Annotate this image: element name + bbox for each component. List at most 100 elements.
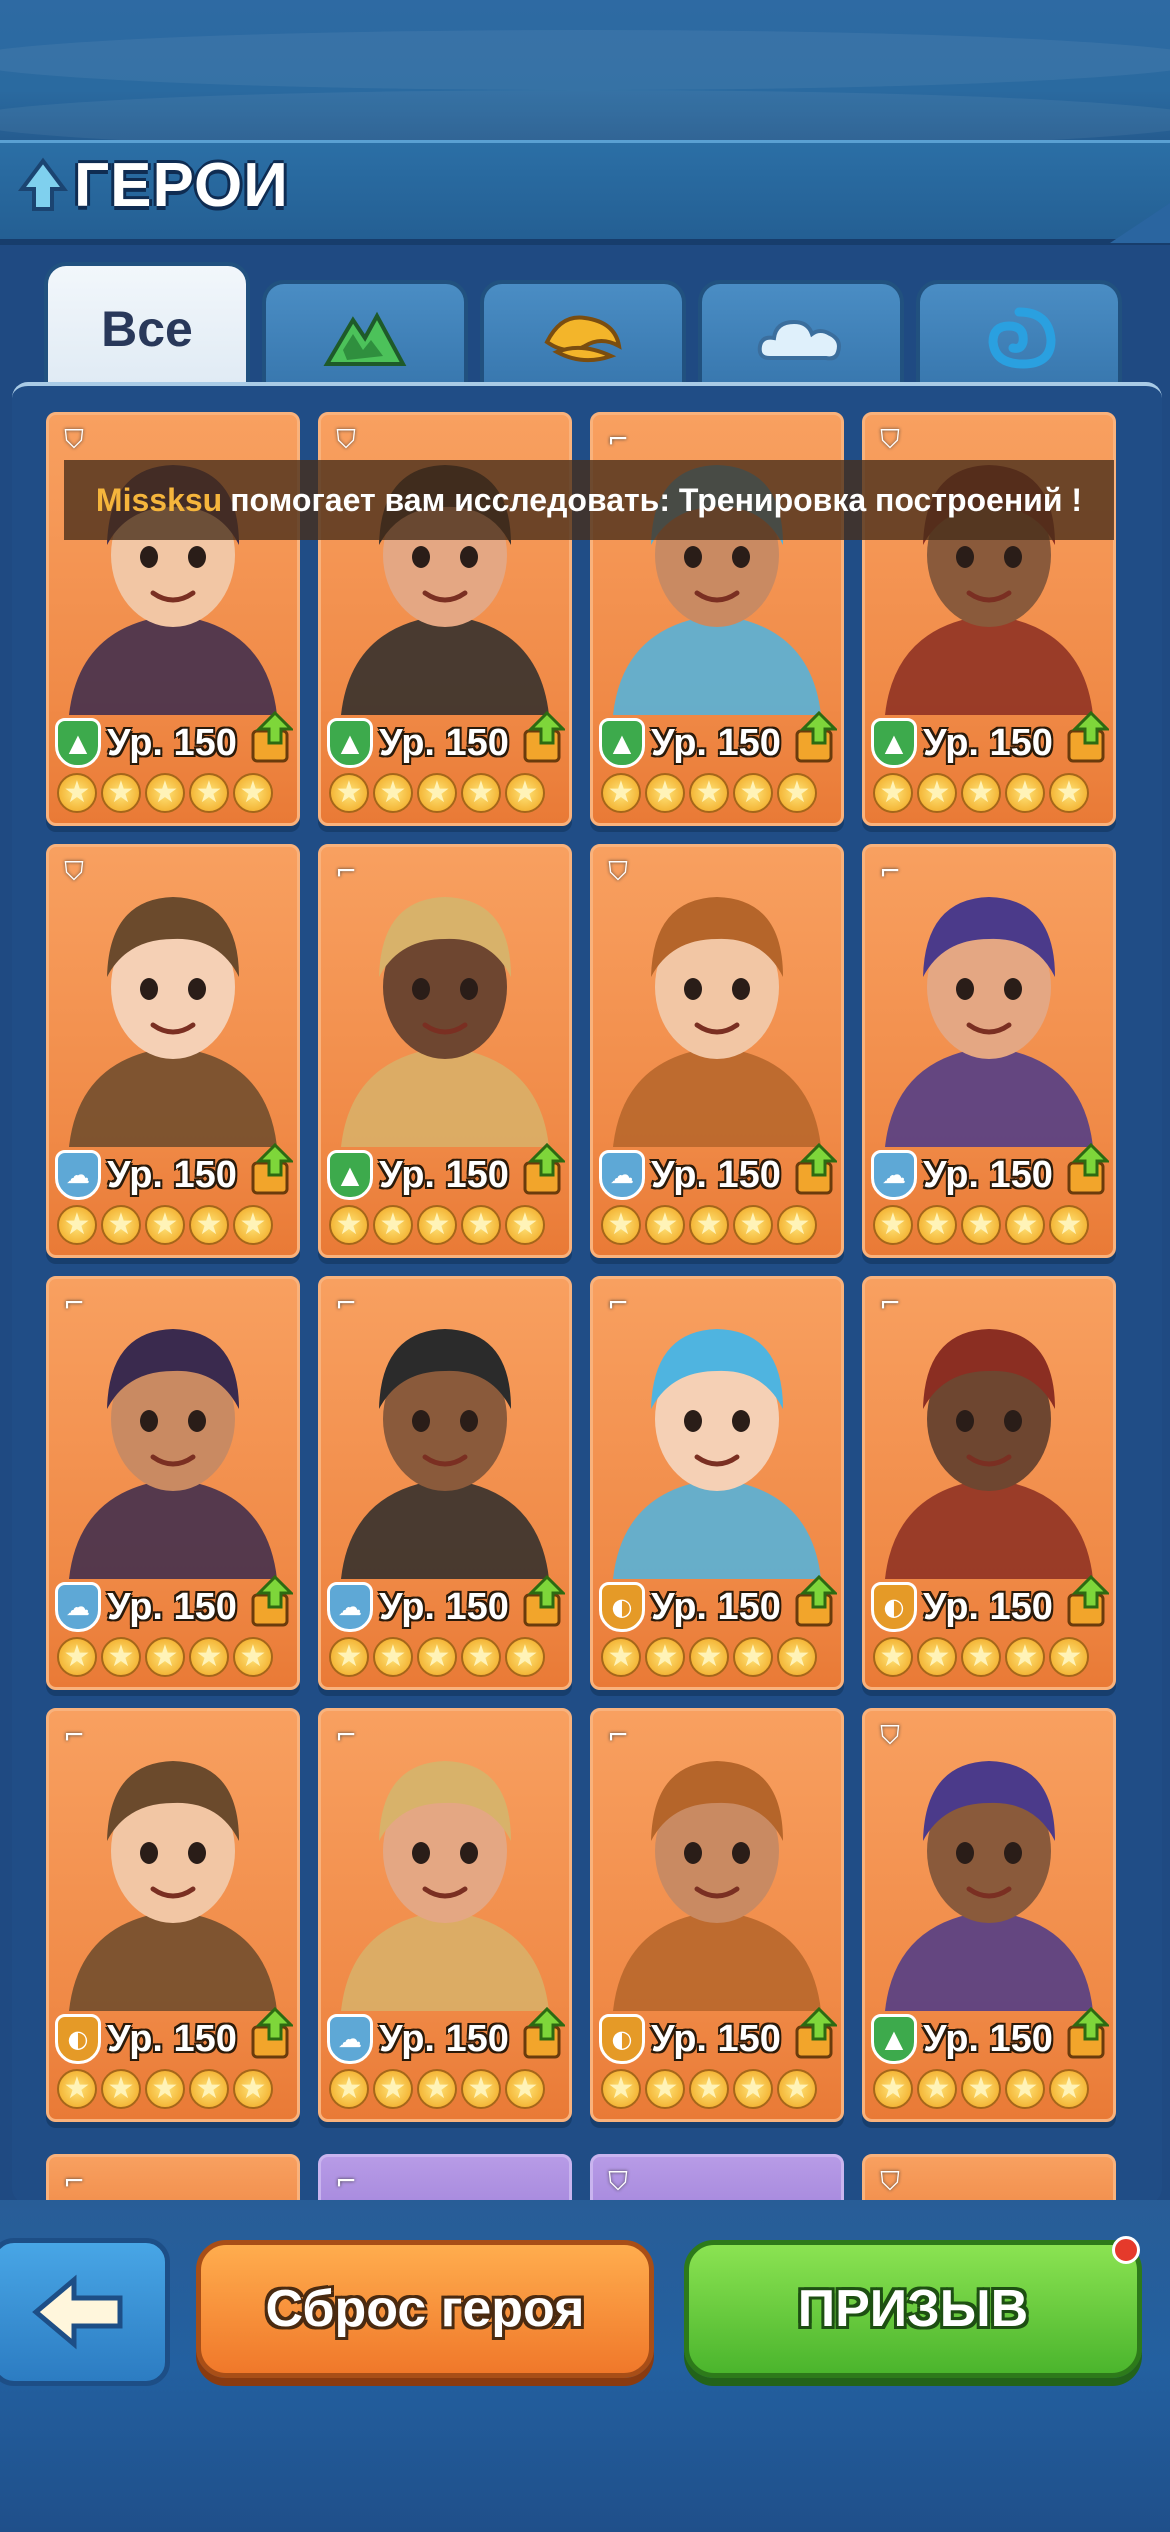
shield-class-icon: ⛉: [608, 2167, 628, 2197]
summon-button[interactable]: ПРИЗЫВ: [684, 2240, 1142, 2378]
gun-class-icon: ⌐: [607, 1721, 629, 1751]
hero-level-row: ▲ Ур. 150: [599, 711, 839, 769]
blue-faction-icon: ☁: [327, 2014, 373, 2064]
upgrade-book-icon: [251, 1143, 293, 1195]
gun-class-icon: ⌐: [607, 1289, 629, 1319]
hero-stars: ★ ★ ★ ★ ★: [873, 773, 1089, 813]
upgrade-book-icon: [1067, 2007, 1109, 2059]
tab-wave[interactable]: [916, 280, 1122, 392]
star-icon: ★: [57, 1637, 97, 1677]
reset-hero-button[interactable]: Сброс героя: [196, 2240, 654, 2378]
tab-all[interactable]: Все: [44, 262, 250, 392]
hero-portrait: [613, 897, 821, 1147]
hero-stars: ★ ★ ★ ★ ★: [873, 2069, 1089, 2109]
star-icon: ★: [417, 1205, 457, 1245]
gun-class-icon: ⌐: [335, 1721, 357, 1751]
hero-stars: ★ ★ ★ ★ ★: [329, 1637, 545, 1677]
star-icon: ★: [689, 1637, 729, 1677]
green-faction-icon: ▲: [327, 718, 373, 768]
hero-card[interactable]: ⌐ ▲ Ур. 150 ★ ★ ★ ★ ★: [318, 844, 572, 1258]
star-icon: ★: [329, 1637, 369, 1677]
star-icon: ★: [601, 773, 641, 813]
hero-level: Ур. 150: [379, 1585, 509, 1628]
hero-card[interactable]: ⌐ ☁ Ур. 150 ★ ★ ★ ★ ★: [46, 1276, 300, 1690]
star-icon: ★: [777, 1637, 817, 1677]
tab-desert[interactable]: [480, 280, 686, 392]
hero-card[interactable]: ⌐ ☁ Ур. 150 ★ ★ ★ ★ ★: [862, 844, 1116, 1258]
back-button[interactable]: [0, 2238, 170, 2386]
hero-card-partial[interactable]: ⌐: [46, 2154, 300, 2200]
star-icon: ★: [733, 773, 773, 813]
star-icon: ★: [917, 1205, 957, 1245]
upgrade-book-icon: [251, 2007, 293, 2059]
hero-card[interactable]: ⛉ ☁ Ур. 150 ★ ★ ★ ★ ★: [590, 844, 844, 1258]
hero-portrait: [341, 1329, 549, 1579]
star-icon: ★: [233, 2069, 273, 2109]
hero-level: Ур. 150: [651, 1585, 781, 1628]
desert-icon: [544, 315, 622, 363]
page-title: ГЕРОИ: [18, 150, 289, 220]
reset-hero-label: Сброс героя: [265, 2280, 585, 2338]
hero-card[interactable]: ⌐ ◐ Ур. 150 ★ ★ ★ ★ ★: [862, 1276, 1116, 1690]
tab-mountain[interactable]: [262, 280, 468, 392]
tree-icon: [18, 157, 68, 211]
hero-level: Ур. 150: [923, 1585, 1053, 1628]
star-icon: ★: [461, 2069, 501, 2109]
hero-card-partial[interactable]: ⛉: [590, 2154, 844, 2200]
hero-card-partial[interactable]: ⛉: [862, 2154, 1116, 2200]
star-icon: ★: [189, 773, 229, 813]
hero-card[interactable]: ⛉ ▲ Ур. 150 ★ ★ ★ ★ ★: [862, 1708, 1116, 2122]
shield-class-icon: ⛉: [880, 425, 900, 455]
gun-class-icon: ⌐: [63, 1289, 85, 1319]
star-icon: ★: [145, 1637, 185, 1677]
hero-level-row: ▲ Ур. 150: [327, 711, 567, 769]
hero-level: Ур. 150: [923, 721, 1053, 764]
star-icon: ★: [733, 1637, 773, 1677]
star-icon: ★: [777, 2069, 817, 2109]
star-icon: ★: [57, 2069, 97, 2109]
hero-card[interactable]: ⌐ ☁ Ур. 150 ★ ★ ★ ★ ★: [318, 1708, 572, 2122]
star-icon: ★: [873, 1637, 913, 1677]
gun-class-icon: ⌐: [63, 2167, 85, 2197]
hero-card[interactable]: ⌐ ☁ Ур. 150 ★ ★ ★ ★ ★: [318, 1276, 572, 1690]
cloud-icon: [757, 319, 841, 361]
back-arrow-icon: [32, 2274, 123, 2350]
star-icon: ★: [601, 1637, 641, 1677]
upgrade-book-icon: [523, 1575, 565, 1627]
star-icon: ★: [189, 1637, 229, 1677]
hero-card[interactable]: ⌐ ◐ Ур. 150 ★ ★ ★ ★ ★: [46, 1708, 300, 2122]
hero-stars: ★ ★ ★ ★ ★: [57, 1637, 273, 1677]
orange-faction-icon: ◐: [599, 1582, 645, 1632]
blue-faction-icon: ☁: [599, 1150, 645, 1200]
shield-class-icon: ⛉: [880, 2167, 900, 2197]
hero-level: Ур. 150: [651, 2017, 781, 2060]
star-icon: ★: [373, 773, 413, 813]
hero-portrait: [613, 1761, 821, 2011]
green-faction-icon: ▲: [871, 2014, 917, 2064]
star-icon: ★: [961, 1637, 1001, 1677]
star-icon: ★: [417, 773, 457, 813]
hero-level-row: ▲ Ур. 150: [871, 711, 1111, 769]
star-icon: ★: [777, 773, 817, 813]
star-icon: ★: [373, 1205, 413, 1245]
hero-grid-partial-row: ⌐ ⌐ ⛉ ⛉: [46, 2154, 1126, 2200]
hero-stars: ★ ★ ★ ★ ★: [329, 773, 545, 813]
star-icon: ★: [1049, 1205, 1089, 1245]
hero-card-partial[interactable]: ⌐: [318, 2154, 572, 2200]
hero-stars: ★ ★ ★ ★ ★: [57, 1205, 273, 1245]
upgrade-book-icon: [795, 2007, 837, 2059]
hero-card[interactable]: ⌐ ◐ Ур. 150 ★ ★ ★ ★ ★: [590, 1276, 844, 1690]
tab-cloud[interactable]: [698, 280, 904, 392]
star-icon: ★: [145, 1205, 185, 1245]
hero-card[interactable]: ⌐ ◐ Ур. 150 ★ ★ ★ ★ ★: [590, 1708, 844, 2122]
gun-class-icon: ⌐: [63, 1721, 85, 1751]
hero-card[interactable]: ⛉ ☁ Ур. 150 ★ ★ ★ ★ ★: [46, 844, 300, 1258]
hero-level-row: ◐ Ур. 150: [871, 1575, 1111, 1633]
star-icon: ★: [101, 2069, 141, 2109]
hero-level-row: ▲ Ур. 150: [871, 2007, 1111, 2065]
top-background: [0, 0, 1170, 150]
hero-level: Ур. 150: [651, 1153, 781, 1196]
star-icon: ★: [329, 1205, 369, 1245]
star-icon: ★: [601, 2069, 641, 2109]
star-icon: ★: [733, 1205, 773, 1245]
